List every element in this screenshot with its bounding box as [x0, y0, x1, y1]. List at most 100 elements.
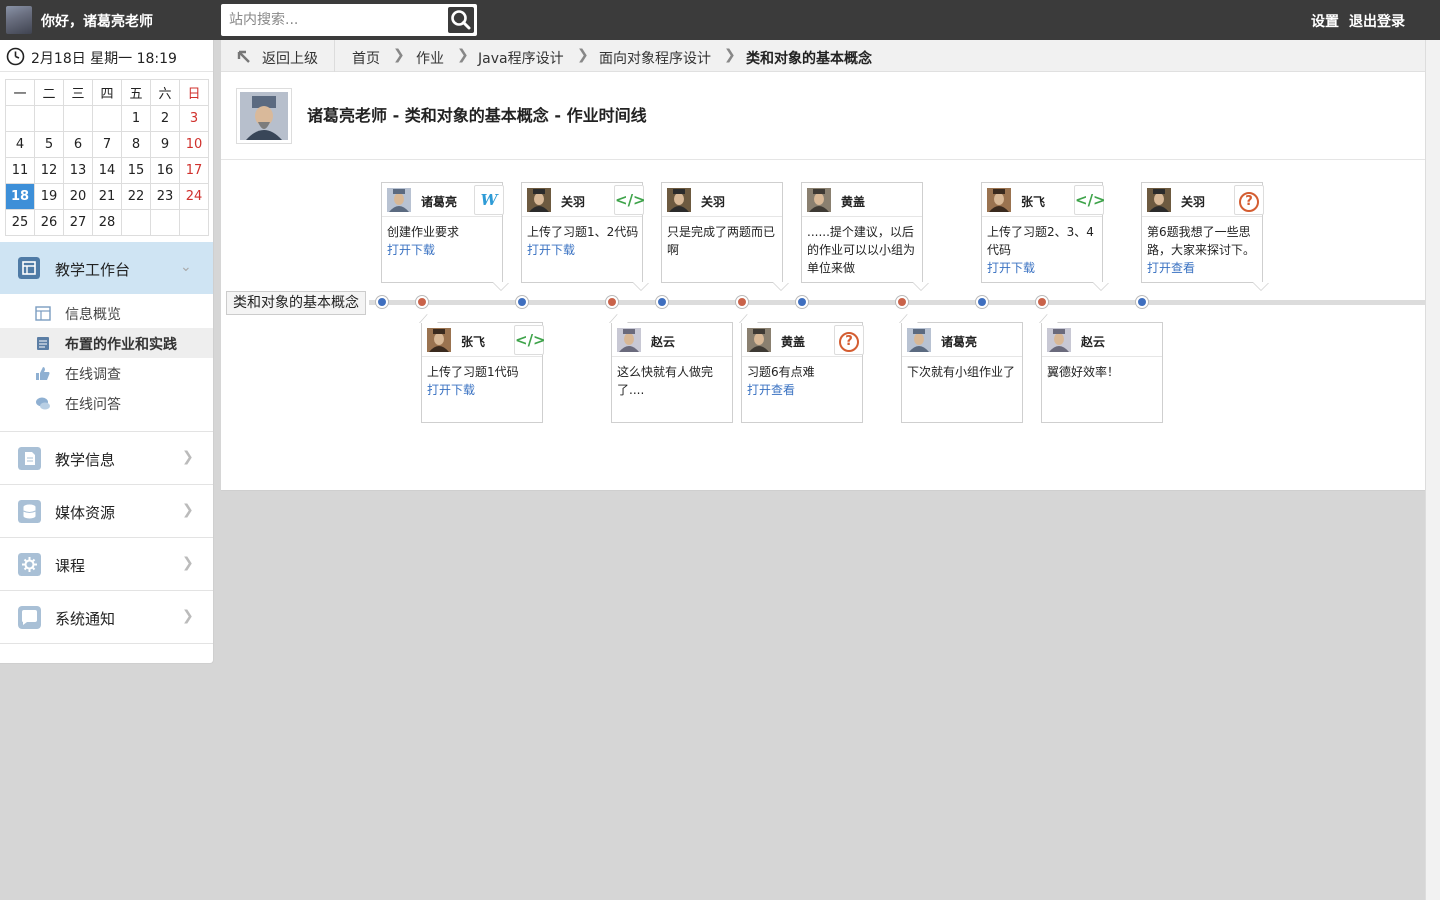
card-action-link[interactable]: 打开查看 [1147, 259, 1259, 277]
card-body: 这么快就有人做完了.... [617, 363, 729, 399]
menu-teaching-workbench[interactable]: 教学工作台 ⌄ [0, 242, 213, 294]
calendar-day[interactable]: 15 [121, 157, 151, 184]
menu-item[interactable]: 教学信息 ❯ [0, 431, 213, 484]
timeline-card[interactable]: 关羽只是完成了两题而已啊 [661, 182, 783, 283]
calendar-day[interactable]: 12 [34, 157, 64, 184]
timeline-card[interactable]: 黄盖 ......提个建议，以后的作业可以以小组为单位来做 [801, 182, 923, 283]
calendar-day[interactable]: 9 [150, 131, 180, 158]
calendar-day[interactable]: 25 [5, 209, 35, 236]
timeline-card[interactable]: 赵云这么快就有人做完了.... [611, 322, 733, 423]
calendar-day[interactable]: 28 [92, 209, 122, 236]
timeline-dot[interactable] [606, 296, 618, 308]
calendar-day[interactable]: 19 [34, 183, 64, 210]
calendar-day[interactable]: 6 [63, 131, 93, 158]
word-icon[interactable]: W [474, 185, 504, 215]
timeline-card[interactable]: 张飞 </> 上传了习题1代码 打开下载 [421, 322, 546, 423]
question-icon[interactable]: ? [1234, 185, 1264, 215]
calendar-day[interactable]: 17 [179, 157, 209, 184]
card-action-link[interactable]: 打开下载 [527, 241, 639, 259]
calendar-day[interactable]: 26 [34, 209, 64, 236]
timeline-dot[interactable] [736, 296, 748, 308]
timeline-card[interactable]: 诸葛亮 W 创建作业要求 打开下载 [381, 182, 504, 283]
calendar-day[interactable]: 3 [179, 105, 209, 132]
calendar-day[interactable]: 27 [63, 209, 93, 236]
calendar-weekday: 三 [63, 79, 93, 106]
submenu-item[interactable]: 在线调查 [0, 358, 213, 388]
calendar-day[interactable]: 13 [63, 157, 93, 184]
settings-link[interactable]: 设置 [1311, 11, 1339, 31]
menu-item[interactable]: 媒体资源 ❯ [0, 484, 213, 537]
card-action-link[interactable]: 打开下载 [427, 381, 539, 399]
workbench-icon [18, 257, 40, 279]
timeline-dot[interactable] [1136, 296, 1148, 308]
calendar-day[interactable]: 7 [92, 131, 122, 158]
timeline-label: 类和对象的基本概念 [226, 291, 366, 315]
user-avatar[interactable] [6, 6, 32, 34]
timeline-card[interactable]: 关羽 </> 上传了习题1、2代码打开下载 [521, 182, 646, 283]
code-icon[interactable]: </> [514, 325, 546, 355]
calendar-week-row: 11 12 13 14 15 16 17 [5, 157, 209, 184]
main-panel: 返回上级 首页 ❯ 作业 ❯ Java程序设计 ❯ 面向对象程序设计 ❯ 类和对… [221, 40, 1425, 491]
calendar-day[interactable]: 21 [92, 183, 122, 210]
timeline-card[interactable]: 黄盖? 习题6有点难 打开查看 [741, 322, 864, 423]
code-icon[interactable]: </> [614, 185, 646, 215]
question-icon[interactable]: ? [834, 325, 864, 355]
calendar-day[interactable]: 8 [121, 131, 151, 158]
user-avatar [747, 328, 771, 352]
user-avatar [617, 328, 641, 352]
calendar-day[interactable]: 18 [5, 183, 35, 210]
calendar-day[interactable]: 14 [92, 157, 122, 184]
card-author: 张飞 [1021, 195, 1046, 209]
logout-link[interactable]: 退出登录 [1349, 11, 1405, 31]
timeline-card[interactable]: 诸葛亮 下次就有小组作业了 [901, 322, 1023, 423]
submenu-item[interactable]: 信息概览 [0, 298, 213, 328]
submenu-item[interactable]: 布置的作业和实践 [0, 328, 213, 358]
card-pointer [773, 282, 789, 290]
timeline-dot[interactable] [1036, 296, 1048, 308]
calendar-day[interactable]: 5 [34, 131, 64, 158]
card-action-link[interactable]: 打开查看 [747, 381, 859, 399]
calendar-day[interactable]: 11 [5, 157, 35, 184]
card-message: 上传了习题1、2代码 [527, 225, 639, 239]
calendar-day[interactable]: 1 [121, 105, 151, 132]
search-button[interactable] [448, 7, 474, 33]
assignment-icon [37, 337, 49, 350]
timeline-dot[interactable] [796, 296, 808, 308]
calendar-empty-cell [179, 209, 209, 236]
timeline-dot[interactable] [516, 296, 528, 308]
timeline-dot[interactable] [976, 296, 988, 308]
card-body: 只是完成了两题而已啊 [667, 223, 779, 259]
menu-item[interactable]: 系统通知 ❯ [0, 590, 213, 643]
timeline-card[interactable]: 张飞 </> 上传了习题2、3、4代码 打开下载 [981, 182, 1106, 283]
timeline-dot[interactable] [376, 296, 388, 308]
card-header: 赵云 [612, 323, 732, 357]
menu-head[interactable]: 教学工作台 ⌄ [0, 242, 213, 294]
timeline-card[interactable]: 赵云 翼德好效率！ [1041, 322, 1163, 423]
card-action-link[interactable]: 打开下载 [987, 259, 1099, 277]
calendar-day[interactable]: 22 [121, 183, 151, 210]
calendar-day[interactable]: 23 [150, 183, 180, 210]
card-action-link[interactable]: 打开下载 [387, 241, 499, 259]
timeline-dot[interactable] [656, 296, 668, 308]
card-author: 关羽 [561, 195, 586, 209]
timeline-card[interactable]: 关羽? 第6题我想了一些思路，大家来探讨下。 打开查看 [1141, 182, 1264, 283]
calendar-day[interactable]: 24 [179, 183, 209, 210]
calendar-day[interactable]: 4 [5, 131, 35, 158]
chevron-right-icon: ❯ [182, 608, 194, 624]
card-header: 关羽 [662, 183, 782, 217]
calendar-day[interactable]: 10 [179, 131, 209, 158]
menu-item[interactable]: 课程 ❯ [0, 537, 213, 590]
timeline-dot[interactable] [416, 296, 428, 308]
submenu-item[interactable]: 在线问答 [0, 388, 213, 418]
calendar-day[interactable]: 16 [150, 157, 180, 184]
submenu-label: 布置的作业和实践 [65, 337, 177, 353]
code-icon[interactable]: </> [1074, 185, 1106, 215]
timeline: 类和对象的基本概念 诸葛亮 W 创建作业要求 打开下载张飞 </> 上传了习题1代码 打开下… [221, 40, 1425, 491]
search-input[interactable] [221, 4, 445, 36]
card-message: 下次就有小组作业了 [907, 365, 1016, 379]
timeline-dot[interactable] [896, 296, 908, 308]
user-avatar [427, 328, 451, 352]
scrollbar-track[interactable] [1425, 40, 1440, 900]
calendar-day[interactable]: 20 [63, 183, 93, 210]
calendar-day[interactable]: 2 [150, 105, 180, 132]
